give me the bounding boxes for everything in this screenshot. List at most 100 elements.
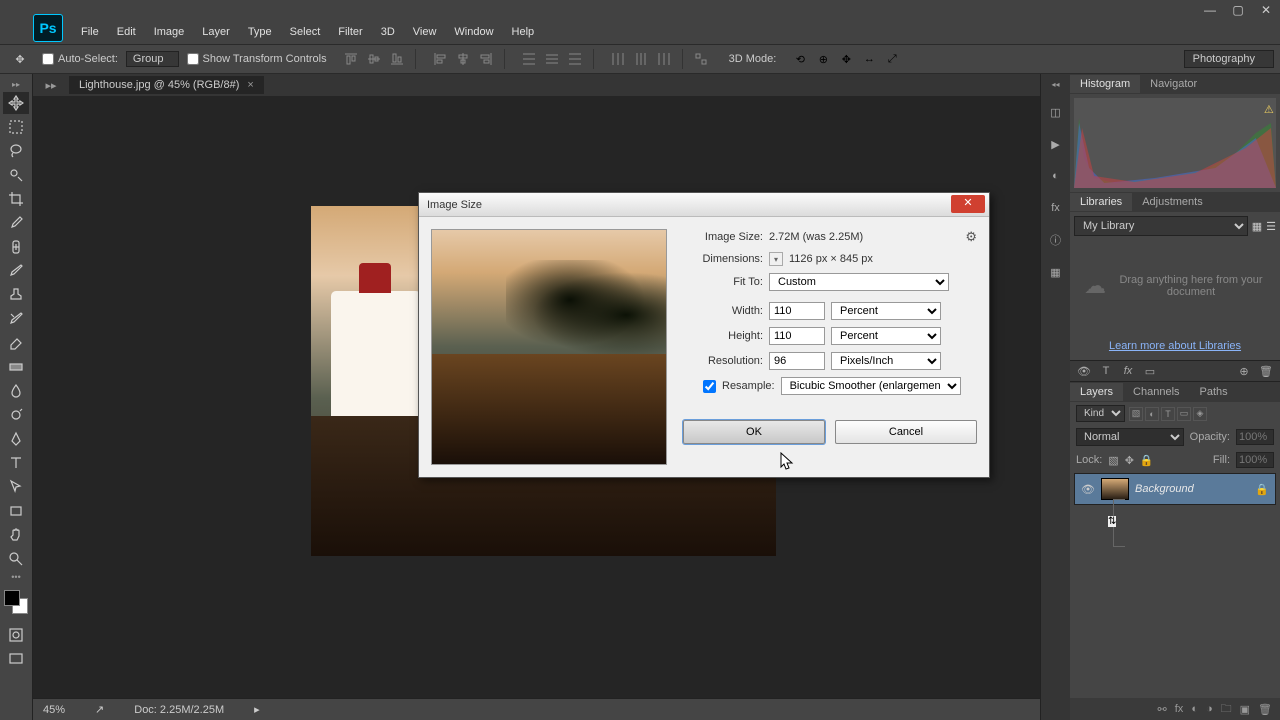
library-learn-link[interactable]: Learn more about Libraries [1074,336,1276,356]
constrain-link-icon[interactable] [1113,499,1125,547]
filter-type-icon[interactable]: T [1161,407,1175,421]
fill-input[interactable] [1236,452,1274,468]
width-input[interactable] [769,302,825,320]
zoom-level[interactable]: 45% [43,704,65,716]
tabbar-collapse-icon[interactable]: ▸▸ [33,79,69,92]
height-input[interactable] [769,327,825,345]
workspace-select[interactable]: Photography [1184,50,1274,68]
tab-layers[interactable]: Layers [1070,383,1123,401]
histogram-icon[interactable]: ◫ [1047,103,1065,121]
panel-expand-icon[interactable]: ◂◂ [1051,80,1059,89]
brush-tool[interactable] [3,260,29,282]
menu-type[interactable]: Type [239,26,281,38]
fit-to-select[interactable]: Custom [769,273,949,291]
menu-image[interactable]: Image [145,26,194,38]
info-icon[interactable]: ⓘ [1047,231,1065,249]
align-right-icon[interactable] [476,49,496,69]
toolbar-more-icon[interactable]: ••• [11,572,20,582]
layer-fx-icon[interactable]: fx [1175,703,1184,715]
distribute-hcenter-icon[interactable] [631,49,651,69]
menu-help[interactable]: Help [503,26,544,38]
menu-file[interactable]: File [72,26,108,38]
prop-mask-icon[interactable]: ▭ [1142,363,1158,379]
prop-trash-icon[interactable]: 🗑 [1258,363,1274,379]
align-bottom-icon[interactable] [387,49,407,69]
play-icon[interactable]: ▶ [1047,135,1065,153]
tab-adjustments[interactable]: Adjustments [1132,193,1213,211]
dialog-close-button[interactable]: ✕ [951,195,985,213]
hand-tool[interactable] [3,524,29,546]
filter-shape-icon[interactable]: ▭ [1177,407,1191,421]
image-preview[interactable] [431,229,667,465]
3d-rotate-icon[interactable]: ⟲ [790,49,810,69]
3d-scale-icon[interactable]: ⤢ [882,49,902,69]
width-unit-select[interactable]: Percent [831,302,941,320]
menu-filter[interactable]: Filter [329,26,371,38]
close-button[interactable]: ✕ [1256,3,1276,17]
layer-name[interactable]: Background [1135,483,1249,495]
filter-pixel-icon[interactable]: ▧ [1129,407,1143,421]
lock-position-icon[interactable]: ✥ [1125,454,1134,467]
new-group-icon[interactable]: 🗀 [1221,700,1232,719]
3d-slide-icon[interactable]: ↔ [859,49,879,69]
library-dropzone[interactable]: ☁ Drag anything here from your document [1074,236,1276,336]
export-icon[interactable]: ↗ [95,703,104,716]
auto-select-mode[interactable]: Group [126,51,179,67]
auto-align-icon[interactable] [691,49,711,69]
menu-select[interactable]: Select [281,26,330,38]
gear-icon[interactable]: ⚙ [965,229,977,245]
quick-mask-icon[interactable] [3,624,29,646]
menu-layer[interactable]: Layer [193,26,239,38]
prop-link-icon[interactable]: ⊕ [1236,363,1252,379]
lib-grid-icon[interactable]: ▦ [1252,220,1262,233]
show-transform-check[interactable]: Show Transform Controls [187,53,327,65]
lasso-tool[interactable] [3,140,29,162]
lock-all-icon[interactable]: 🔒 [1140,454,1154,467]
minimize-button[interactable]: — [1200,3,1220,17]
menu-edit[interactable]: Edit [108,26,145,38]
layer-mask-icon[interactable]: ◐ [1191,703,1198,715]
library-select[interactable]: My Library [1074,216,1248,236]
quick-select-tool[interactable] [3,164,29,186]
filter-adjust-icon[interactable]: ◐ [1145,407,1159,421]
lock-pixels-icon[interactable]: ▧ [1108,454,1118,467]
type-tool[interactable] [3,452,29,474]
menu-3d[interactable]: 3D [372,26,404,38]
distribute-top-icon[interactable] [519,49,539,69]
resolution-input[interactable] [769,352,825,370]
dialog-titlebar[interactable]: Image Size ✕ [419,193,989,217]
link-layers-icon[interactable]: ⚯ [1158,703,1167,716]
prop-type-icon[interactable]: T [1098,363,1114,379]
layer-background[interactable]: 👁 Background 🔒 [1074,473,1276,505]
tab-channels[interactable]: Channels [1123,383,1189,401]
blend-mode-select[interactable]: Normal [1076,428,1184,446]
rectangle-tool[interactable] [3,500,29,522]
new-fill-icon[interactable]: ◑ [1206,703,1213,715]
menu-view[interactable]: View [404,26,446,38]
cancel-button[interactable]: Cancel [835,420,977,444]
layer-filter-kind[interactable]: Kind [1076,405,1125,422]
distribute-bottom-icon[interactable] [565,49,585,69]
eyedropper-tool[interactable] [3,212,29,234]
swatches-icon[interactable]: ▦ [1047,263,1065,281]
filter-smart-icon[interactable]: ◈ [1193,407,1207,421]
lib-list-icon[interactable]: ☰ [1266,220,1276,233]
history-brush-tool[interactable] [3,308,29,330]
resample-select[interactable]: Bicubic Smoother (enlargement) [781,377,961,395]
screen-mode-icon[interactable] [3,648,29,670]
eraser-tool[interactable] [3,332,29,354]
align-hcenter-icon[interactable] [453,49,473,69]
layer-lock-icon[interactable]: 🔒 [1255,483,1269,496]
layer-visibility-icon[interactable]: 👁 [1081,483,1095,496]
dodge-tool[interactable] [3,404,29,426]
path-select-tool[interactable] [3,476,29,498]
zoom-tool[interactable] [3,548,29,570]
auto-select-check[interactable]: Auto-Select: [42,53,118,65]
delete-layer-icon[interactable]: 🗑 [1258,703,1272,716]
stamp-tool[interactable] [3,284,29,306]
close-tab-icon[interactable]: × [247,79,253,91]
adjustments-icon[interactable]: ◐ [1047,167,1065,185]
height-unit-select[interactable]: Percent [831,327,941,345]
dimensions-unit-icon[interactable]: ▾ [769,252,783,266]
blur-tool[interactable] [3,380,29,402]
